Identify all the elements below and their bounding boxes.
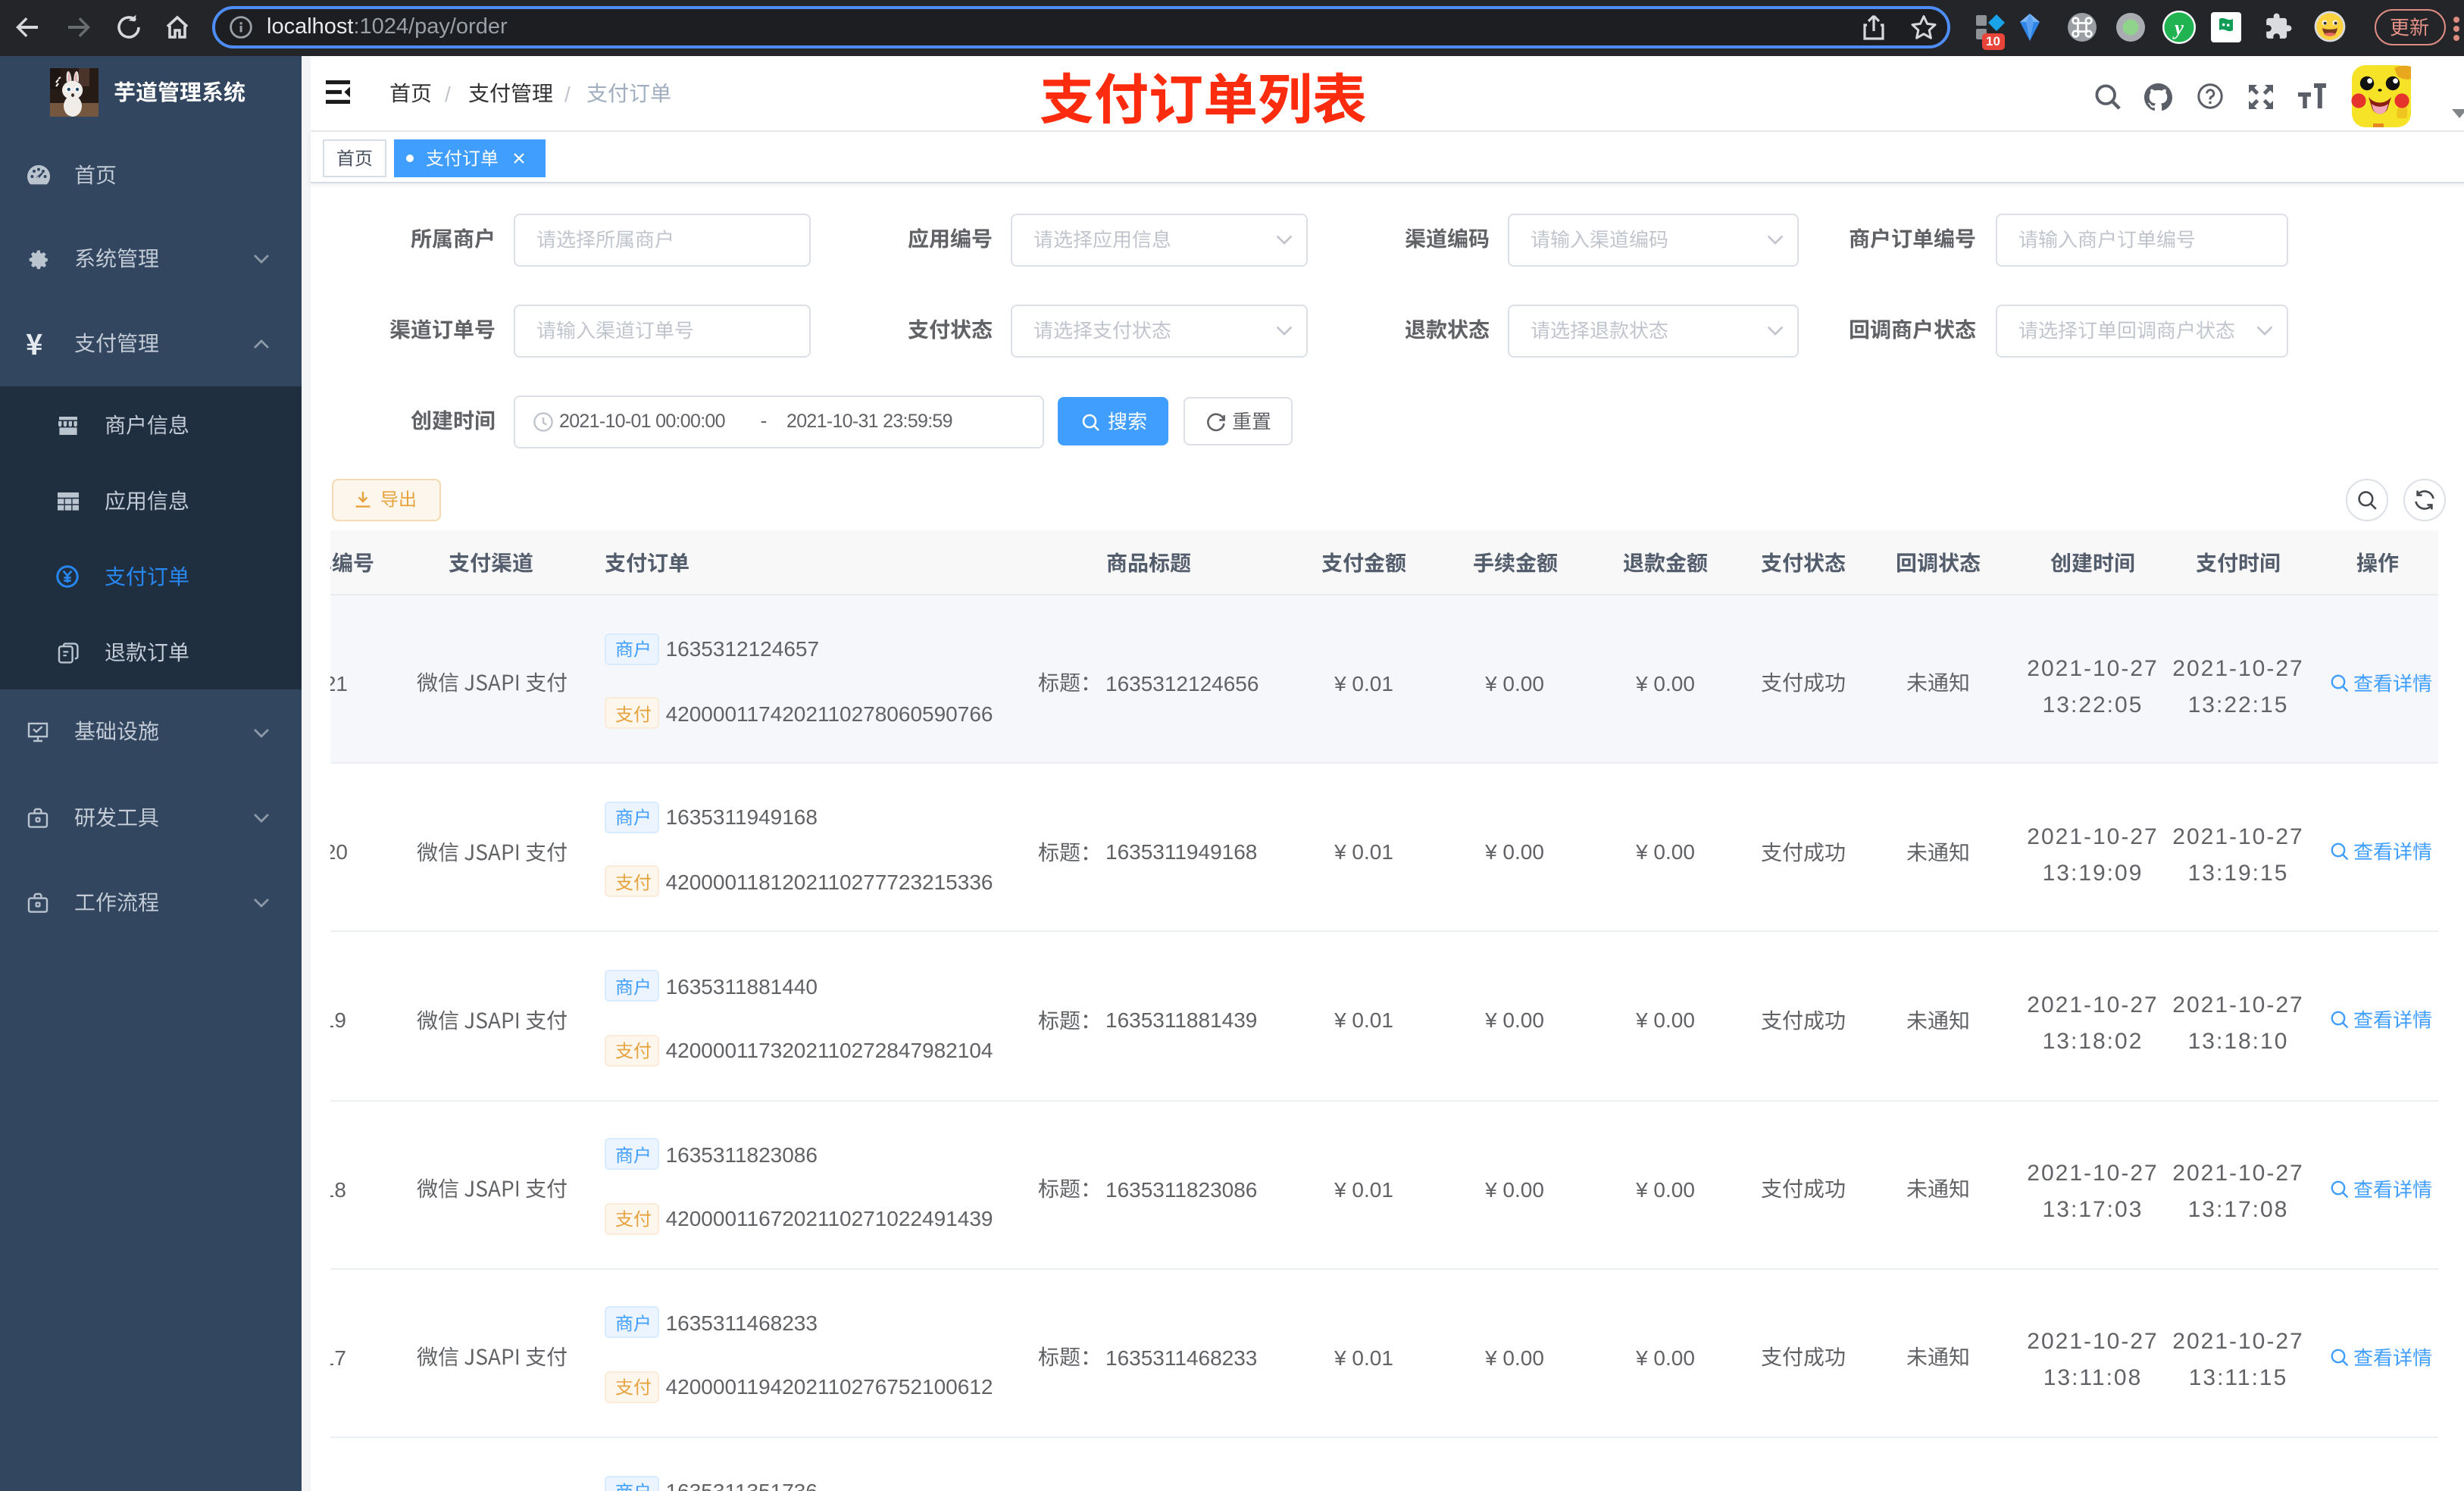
svg-text:y: y — [2172, 17, 2184, 39]
